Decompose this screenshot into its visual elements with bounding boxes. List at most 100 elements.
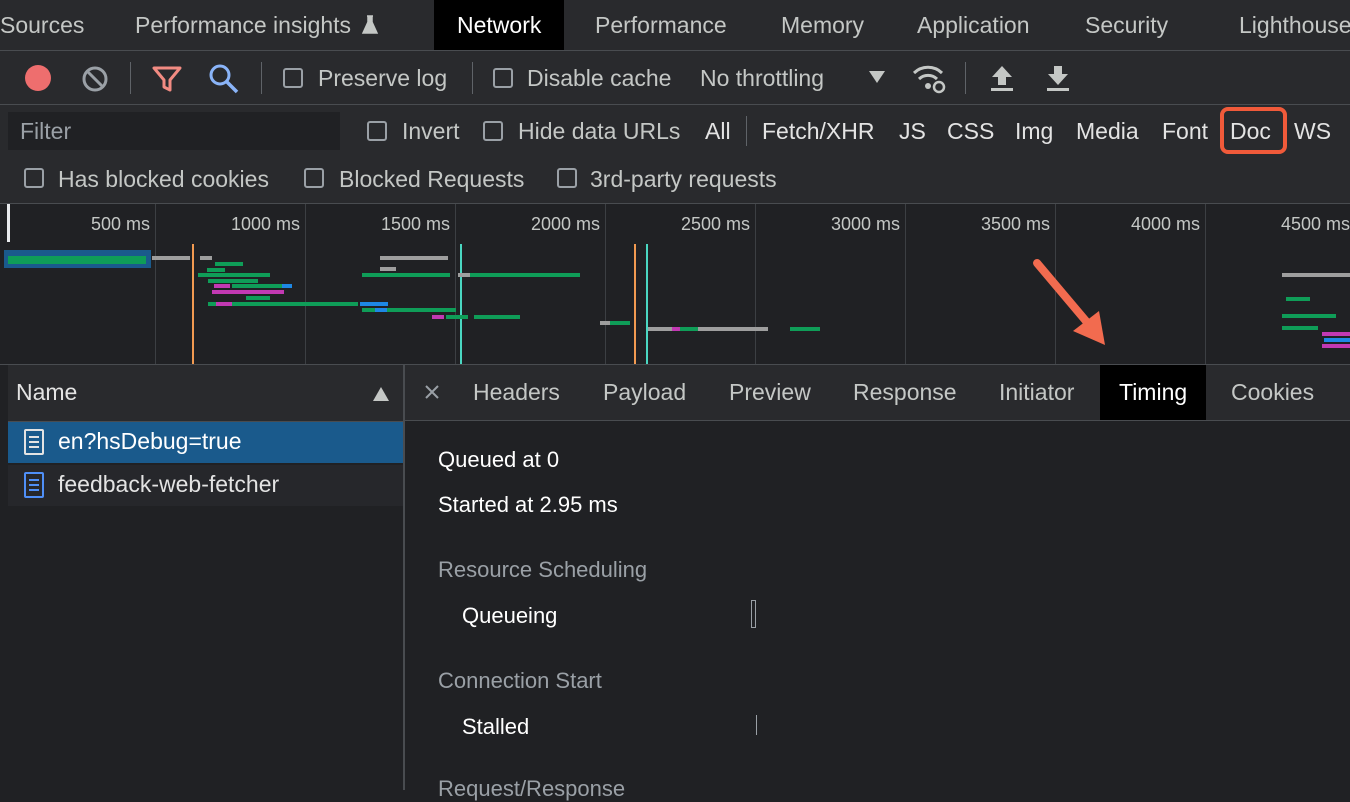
disable-cache-label: Disable cache bbox=[527, 65, 672, 91]
filter-type-ws[interactable]: WS bbox=[1294, 117, 1331, 145]
request-name: en?hsDebug=true bbox=[58, 428, 242, 454]
overview-bar bbox=[215, 262, 243, 266]
overview-tick: 500 ms bbox=[90, 214, 150, 234]
export-har-icon[interactable] bbox=[1045, 64, 1071, 92]
document-icon bbox=[24, 472, 44, 498]
queueing-label: Queueing bbox=[462, 603, 558, 628]
record-icon[interactable] bbox=[24, 64, 52, 92]
overview-bar bbox=[1324, 338, 1350, 342]
request-list: Name en?hsDebug=true feedback-web-fetche… bbox=[8, 365, 405, 790]
filter-type-img[interactable]: Img bbox=[1015, 117, 1053, 145]
devtools-panel-tabs: Sources Performance insights Network Per… bbox=[0, 0, 1350, 51]
close-icon[interactable] bbox=[425, 385, 439, 399]
overview-bar bbox=[207, 268, 225, 272]
request-row-selected[interactable]: en?hsDebug=true bbox=[8, 422, 403, 463]
hide-data-urls-checkbox[interactable] bbox=[483, 121, 503, 141]
toolbar-divider bbox=[472, 62, 473, 94]
tab-cookies[interactable]: Cookies bbox=[1231, 365, 1314, 420]
blocked-requests-checkbox[interactable] bbox=[304, 168, 324, 188]
filter-type-font[interactable]: Font bbox=[1162, 117, 1208, 145]
third-party-checkbox[interactable] bbox=[557, 168, 577, 188]
filter-icon[interactable] bbox=[152, 65, 182, 93]
overview-marker bbox=[460, 244, 462, 364]
invert-label: Invert bbox=[402, 118, 460, 144]
overview-bar bbox=[600, 321, 610, 325]
overview-gridline bbox=[755, 204, 756, 364]
invert-checkbox[interactable] bbox=[367, 121, 387, 141]
started-at-text: Started at 2.95 ms bbox=[438, 492, 618, 517]
tab-headers[interactable]: Headers bbox=[473, 365, 560, 420]
overview-bar bbox=[152, 256, 190, 260]
filter-type-fetch-xhr[interactable]: Fetch/XHR bbox=[762, 117, 874, 145]
overview-bar bbox=[680, 327, 698, 331]
overview-bar bbox=[432, 315, 444, 319]
tab-network[interactable]: Network bbox=[434, 0, 565, 50]
filter-type-all[interactable]: All bbox=[705, 117, 731, 145]
tab-payload[interactable]: Payload bbox=[603, 365, 686, 420]
overview-bar bbox=[282, 284, 292, 288]
overview-bar bbox=[458, 273, 470, 277]
network-conditions-icon[interactable] bbox=[911, 61, 947, 95]
overview-marker bbox=[646, 244, 648, 364]
import-har-icon[interactable] bbox=[989, 64, 1015, 92]
overview-tick: 4000 ms bbox=[1130, 214, 1200, 234]
preserve-log-label: Preserve log bbox=[318, 65, 448, 91]
filter-type-media[interactable]: Media bbox=[1076, 117, 1139, 145]
overview-tick: 3000 ms bbox=[830, 214, 900, 234]
connection-start-heading: Connection Start bbox=[438, 668, 602, 693]
overview-bar bbox=[474, 315, 520, 319]
overview-bar bbox=[1282, 326, 1318, 330]
tab-performance-insights[interactable]: Performance insights bbox=[135, 0, 379, 50]
filter-type-doc[interactable]: Doc bbox=[1230, 117, 1271, 145]
overview-marker bbox=[634, 244, 636, 364]
tab-lighthouse[interactable]: Lighthouse bbox=[1239, 0, 1350, 50]
has-blocked-cookies-checkbox[interactable] bbox=[24, 168, 44, 188]
overview-gridline bbox=[155, 204, 156, 364]
tab-timing[interactable]: Timing bbox=[1100, 365, 1207, 420]
overview-gridline bbox=[905, 204, 906, 364]
filter-input[interactable] bbox=[8, 112, 340, 150]
experiment-flask-icon bbox=[362, 15, 379, 34]
overview-tick: 2000 ms bbox=[530, 214, 600, 234]
toolbar-divider bbox=[130, 62, 131, 94]
queued-at-text: Queued at 0 bbox=[438, 447, 560, 472]
overview-gridline bbox=[305, 204, 306, 364]
filter-type-js[interactable]: JS bbox=[899, 117, 926, 145]
overview-gridline bbox=[605, 204, 606, 364]
overview-bar bbox=[212, 290, 284, 294]
overview-bar bbox=[1282, 314, 1336, 318]
overview-bar bbox=[380, 256, 448, 260]
tab-security[interactable]: Security bbox=[1085, 0, 1168, 50]
overview-bar bbox=[216, 302, 232, 306]
toolbar-divider bbox=[261, 62, 262, 94]
search-icon[interactable] bbox=[208, 63, 240, 95]
overview-resize-handle[interactable] bbox=[7, 204, 10, 242]
overview-bar bbox=[1282, 273, 1350, 277]
blocked-requests-label: Blocked Requests bbox=[339, 166, 525, 192]
filter-type-css[interactable]: CSS bbox=[947, 117, 994, 145]
tab-response[interactable]: Response bbox=[853, 365, 957, 420]
clear-icon[interactable] bbox=[81, 65, 109, 93]
tab-performance[interactable]: Performance bbox=[595, 0, 727, 50]
throttling-select[interactable]: No throttling bbox=[700, 64, 824, 92]
tab-application[interactable]: Application bbox=[917, 0, 1030, 50]
overview-bar bbox=[1322, 344, 1350, 348]
request-row[interactable]: feedback-web-fetcher bbox=[8, 465, 403, 506]
stalled-bar bbox=[756, 715, 757, 735]
overview-bar bbox=[446, 315, 468, 319]
disable-cache-checkbox[interactable] bbox=[493, 68, 513, 88]
overview-bar bbox=[214, 284, 230, 288]
overview-bar bbox=[200, 256, 212, 260]
overview-bar bbox=[380, 267, 396, 271]
tab-initiator[interactable]: Initiator bbox=[999, 365, 1074, 420]
tab-preview[interactable]: Preview bbox=[729, 365, 811, 420]
preserve-log-checkbox[interactable] bbox=[283, 68, 303, 88]
network-overview[interactable]: 500 ms 1000 ms 1500 ms 2000 ms 2500 ms 3… bbox=[0, 204, 1350, 365]
overview-bar bbox=[198, 273, 270, 277]
name-column-header[interactable]: Name bbox=[8, 365, 403, 422]
overview-bar bbox=[672, 327, 680, 331]
sort-ascending-icon[interactable] bbox=[373, 387, 389, 401]
tab-sources[interactable]: Sources bbox=[0, 0, 84, 50]
tab-memory[interactable]: Memory bbox=[781, 0, 864, 50]
dropdown-arrow-icon[interactable] bbox=[869, 71, 885, 83]
